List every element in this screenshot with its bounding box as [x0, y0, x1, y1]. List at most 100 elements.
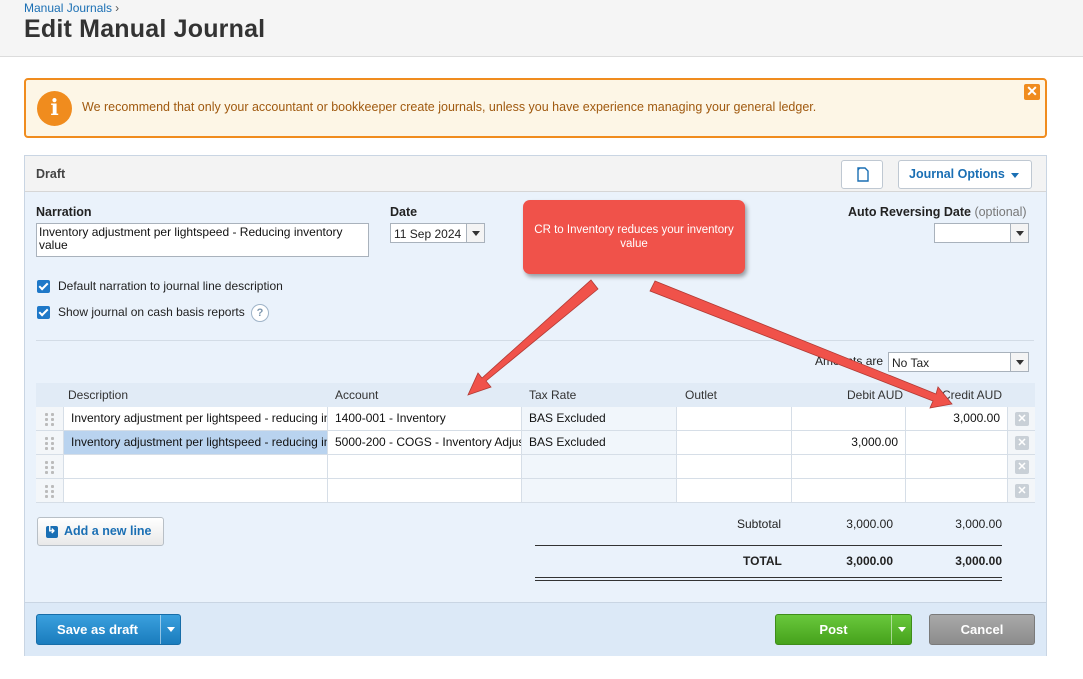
drag-handle-icon[interactable] [36, 455, 64, 479]
chevron-down-icon[interactable] [1010, 353, 1028, 371]
column-tax-rate: Tax Rate [529, 388, 577, 402]
optional-hint: (optional) [974, 205, 1027, 219]
date-value: 11 Sep 2024 [394, 227, 462, 241]
cancel-button[interactable]: Cancel [929, 614, 1035, 645]
panel-footer: Save as draft Post Cancel [25, 602, 1046, 656]
close-icon[interactable]: ✕ [1024, 84, 1040, 100]
close-icon: ✕ [1015, 460, 1029, 474]
column-credit: Credit AUD [942, 388, 1003, 402]
narration-label: Narration [36, 205, 92, 219]
date-label: Date [390, 205, 418, 219]
page-header: Manual Journals › Edit Manual Journal [0, 0, 1083, 57]
credit-cell[interactable] [906, 455, 1008, 479]
subtotal-credit: 3,000.00 [955, 517, 1002, 531]
chevron-down-icon[interactable] [466, 224, 484, 242]
narration-field[interactable]: Inventory adjustment per lightspeed - Re… [36, 223, 369, 257]
status-label: Draft [36, 167, 66, 181]
chevron-down-icon[interactable] [891, 615, 911, 644]
help-icon[interactable]: ? [251, 304, 269, 322]
subtotal-debit: 3,000.00 [846, 517, 893, 531]
journal-options-label: Journal Options [909, 167, 1005, 181]
credit-cell[interactable] [906, 431, 1008, 455]
column-outlet: Outlet [685, 388, 718, 402]
total-credit: 3,000.00 [955, 554, 1002, 568]
outlet-cell[interactable] [677, 431, 792, 455]
debit-cell[interactable] [792, 407, 906, 431]
delete-row-button[interactable]: ✕ [1008, 431, 1035, 455]
auto-reversing-date-field[interactable] [934, 223, 1029, 243]
delete-row-button[interactable]: ✕ [1008, 407, 1035, 431]
debit-cell[interactable]: 3,000.00 [792, 431, 906, 455]
column-description: Description [68, 388, 129, 402]
description-cell[interactable] [64, 479, 328, 503]
description-cell[interactable]: Inventory adjustment per lightspeed - re… [64, 407, 328, 431]
divider [36, 340, 1034, 341]
description-cell[interactable] [64, 455, 328, 479]
tax-rate-cell[interactable]: BAS Excluded [522, 407, 677, 431]
default-narration-checkbox[interactable] [37, 280, 50, 293]
cash-basis-checkbox[interactable] [37, 306, 50, 319]
account-cell[interactable]: 1400-001 - Inventory [328, 407, 522, 431]
table-header: Description Account Tax Rate Outlet Debi… [36, 383, 1035, 407]
column-debit: Debit AUD [847, 388, 904, 402]
credit-cell[interactable] [906, 479, 1008, 503]
copy-icon [857, 167, 869, 182]
save-as-draft-button[interactable]: Save as draft [36, 614, 181, 645]
post-button[interactable]: Post [775, 614, 912, 645]
default-narration-label: Default narration to journal line descri… [58, 279, 283, 293]
journal-options-button[interactable]: Journal Options [898, 160, 1032, 189]
total-double-rule [535, 577, 1002, 581]
journal-lines: Inventory adjustment per lightspeed - re… [36, 407, 1035, 504]
warning-banner: i We recommend that only your accountant… [24, 78, 1047, 138]
table-row: Inventory adjustment per lightspeed - re… [36, 407, 1035, 431]
drag-handle-icon[interactable] [36, 479, 64, 503]
warning-text: We recommend that only your accountant o… [82, 100, 817, 114]
column-account: Account [335, 388, 379, 402]
save-as-draft-label: Save as draft [57, 622, 138, 637]
post-label: Post [819, 622, 848, 637]
auto-reversing-label-text: Auto Reversing Date [848, 205, 971, 219]
add-new-line-label: Add a new line [64, 524, 152, 538]
delete-row-button[interactable]: ✕ [1008, 479, 1035, 503]
amounts-are-select[interactable]: No Tax [888, 352, 1029, 372]
table-row: ✕ [36, 455, 1035, 479]
account-cell[interactable] [328, 455, 522, 479]
breadcrumb-separator: › [115, 1, 120, 15]
credit-cell[interactable]: 3,000.00 [906, 407, 1008, 431]
info-icon: i [37, 91, 72, 126]
copy-button[interactable] [841, 160, 883, 189]
description-cell[interactable]: Inventory adjustment per lightspeed - re… [64, 431, 328, 455]
close-icon: ✕ [1015, 436, 1029, 450]
chevron-down-icon [1011, 173, 1019, 178]
date-field[interactable]: 11 Sep 2024 [390, 223, 485, 243]
drag-handle-icon[interactable] [36, 407, 64, 431]
outlet-cell[interactable] [677, 407, 792, 431]
amounts-are-value: No Tax [892, 356, 930, 370]
chevron-down-icon[interactable] [1010, 224, 1028, 242]
total-label: TOTAL [743, 554, 782, 568]
table-row: Inventory adjustment per lightspeed - re… [36, 431, 1035, 455]
total-debit: 3,000.00 [846, 554, 893, 568]
breadcrumb-link-manual-journals[interactable]: Manual Journals [24, 1, 112, 15]
account-cell[interactable]: 5000-200 - COGS - Inventory Adjustment [328, 431, 522, 455]
chevron-down-icon[interactable] [160, 615, 180, 644]
add-new-line-button[interactable]: Add a new line [37, 517, 164, 546]
tax-rate-cell[interactable]: BAS Excluded [522, 431, 677, 455]
subtotal-label: Subtotal [737, 517, 782, 531]
outlet-cell[interactable] [677, 479, 792, 503]
delete-row-button[interactable]: ✕ [1008, 455, 1035, 479]
outlet-cell[interactable] [677, 455, 792, 479]
drag-handle-icon[interactable] [36, 431, 64, 455]
tax-rate-cell[interactable] [522, 479, 677, 503]
panel-toolbar: Draft Journal Options [25, 156, 1046, 192]
account-cell[interactable] [328, 479, 522, 503]
tax-rate-cell[interactable] [522, 455, 677, 479]
auto-reversing-label: Auto Reversing Date (optional) [848, 205, 1027, 219]
add-line-icon [46, 523, 58, 538]
amounts-are-label: Amounts are [815, 354, 884, 368]
annotation-callout: CR to Inventory reduces your inventory v… [523, 200, 745, 274]
debit-cell[interactable] [792, 455, 906, 479]
debit-cell[interactable] [792, 479, 906, 503]
cancel-label: Cancel [960, 622, 1004, 637]
table-row: ✕ [36, 479, 1035, 503]
